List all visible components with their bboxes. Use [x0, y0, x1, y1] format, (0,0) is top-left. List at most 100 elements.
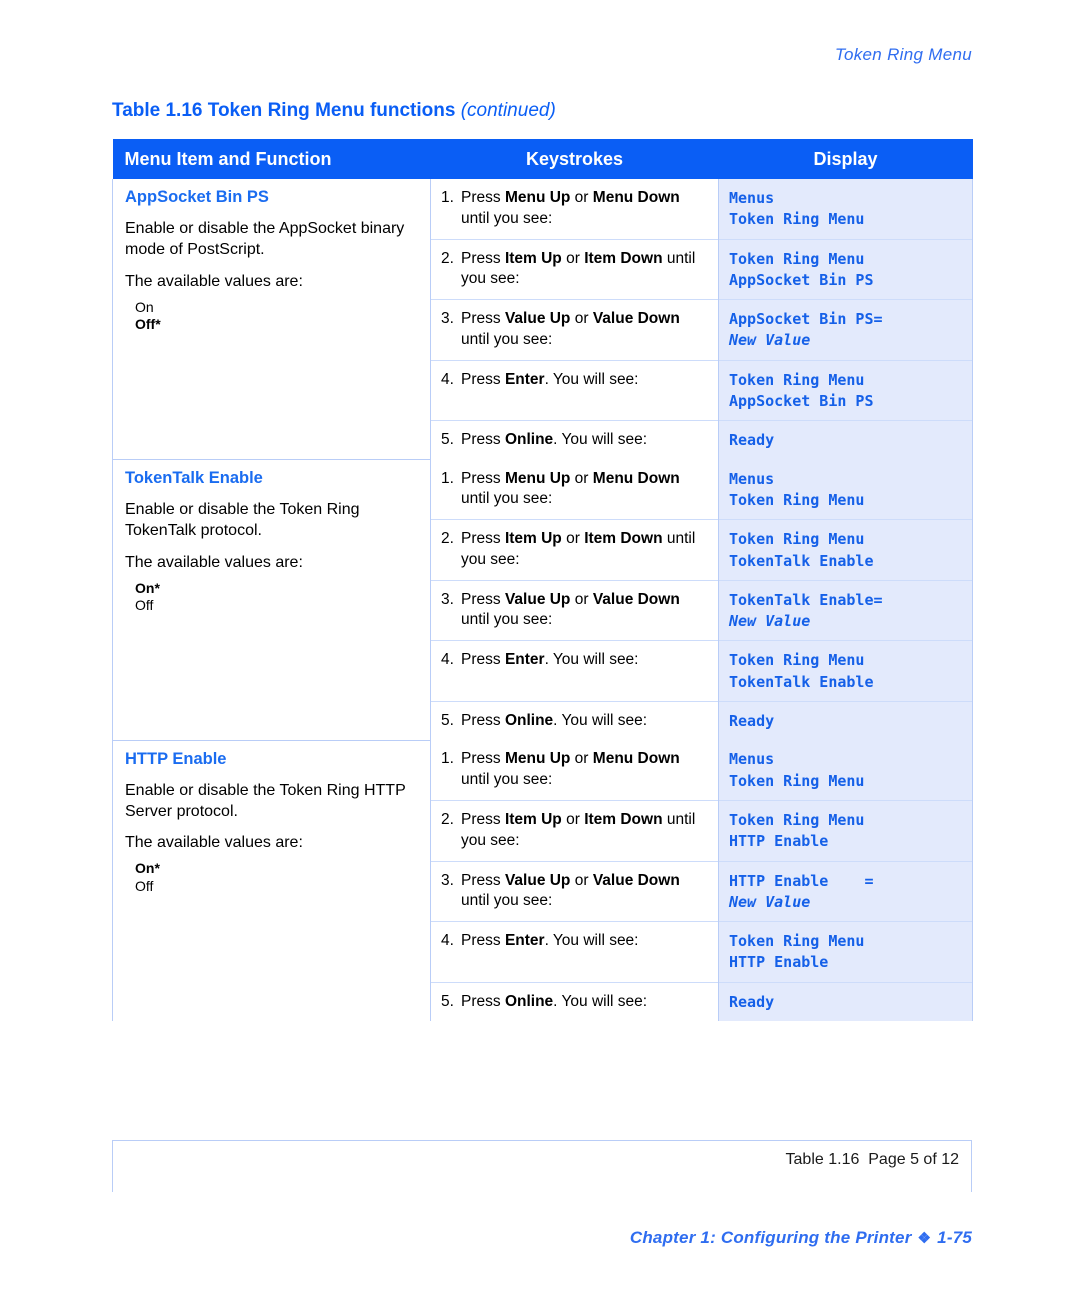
display-line-2: AppSocket Bin PS	[729, 270, 874, 289]
step-text-mid: or	[570, 189, 593, 206]
step-text-pre: Press	[461, 370, 505, 388]
display-cell: Token Ring Menu HTTP Enable	[718, 799, 973, 862]
step-text-post: until you see:	[461, 611, 553, 629]
keystroke-step: 1. Press Menu Up or Menu Down until you s…	[441, 188, 708, 229]
display-line-2: Token Ring Menu	[729, 490, 865, 509]
display-cell: Token Ring Menu AppSocket Bin PS	[718, 238, 973, 300]
keystroke-cell: 4. Press Enter. You will see:	[430, 359, 719, 421]
display-line-1: TokenTalk Enable=	[729, 590, 883, 609]
display-line-2: Token Ring Menu	[729, 771, 865, 790]
step-text-post: . You will see:	[553, 992, 648, 1010]
page-footer-chapter: Chapter 1: Configuring the Printer	[629, 1228, 912, 1247]
step-key-primary: Online	[504, 431, 554, 449]
step-key-secondary: Item Down	[584, 810, 663, 828]
keystroke-step: 5. Press Online. You will see:	[441, 430, 708, 451]
keystroke-step: 3. Press Value Up or Value Down until you…	[441, 871, 708, 912]
step-number: 5.	[441, 431, 454, 449]
display-line-1: Token Ring Menu	[729, 370, 865, 389]
step-key-primary: Value Up	[504, 590, 571, 608]
step-key-primary: Value Up	[504, 871, 571, 889]
step-text: Press Value Up or Value Down until you s…	[461, 871, 708, 912]
keystroke-step: 3. Press Value Up or Value Down until you…	[441, 590, 708, 631]
column-header-display: Display	[718, 139, 973, 179]
step-number: 1.	[441, 189, 454, 206]
step-text-pre: Press	[461, 992, 505, 1010]
table-row: HTTP Enable Enable or disable the Token R…	[112, 739, 973, 1022]
step-number: 4.	[441, 651, 454, 669]
step-key-secondary: Menu Down	[592, 750, 680, 768]
table-footer-text: Table 1.16 Page 5 of 12	[785, 1151, 959, 1168]
menu-item-values-list: On* Off	[135, 580, 416, 614]
table-head: Menu Item and Function Keystrokes Displa…	[112, 139, 973, 179]
step-text-pre: Press	[461, 431, 505, 449]
step-text-mid: or	[561, 530, 585, 548]
display-line-1: Token Ring Menu	[729, 530, 865, 549]
keystroke-cell: 3. Press Value Up or Value Down until you…	[430, 299, 719, 361]
step-text-pre: Press	[461, 189, 505, 206]
step-number: 5.	[441, 712, 454, 730]
menu-item-cell: TokenTalk Enable Enable or disable the To…	[112, 459, 431, 741]
step-key-primary: Item Up	[504, 249, 562, 267]
step-text-pre: Press	[461, 469, 505, 487]
keystroke-cell: 4. Press Enter. You will see:	[430, 640, 719, 702]
step-number: 2.	[441, 249, 454, 267]
step-text-mid: or	[561, 249, 585, 267]
step-text: Press Online. You will see:	[461, 430, 708, 451]
step-text-post: until you see:	[461, 892, 553, 910]
keystroke-step: 4. Press Enter. You will see:	[441, 650, 708, 671]
keystroke-cell: 3. Press Value Up or Value Down until you…	[430, 860, 719, 922]
step-text-pre: Press	[461, 590, 505, 608]
keystroke-step: 5. Press Online. You will see:	[441, 711, 708, 732]
display-line-2: New Value	[729, 331, 811, 350]
menu-functions-table-wrapper: Menu Item and Function Keystrokes Displa…	[112, 139, 973, 1022]
keystroke-cell: 4. Press Enter. You will see:	[430, 921, 719, 983]
step-text-pre: Press	[461, 310, 505, 328]
table-row: TokenTalk Enable Enable or disable the To…	[112, 459, 973, 741]
display-line-1: Token Ring Menu	[729, 249, 865, 268]
menu-item-values-lead: The available values are:	[125, 553, 303, 571]
keystroke-cell: 1. Press Menu Up or Menu Down until you s…	[430, 179, 719, 240]
step-number: 1.	[441, 469, 454, 487]
display-line-2: TokenTalk Enable	[729, 672, 874, 691]
step-text-mid: or	[570, 310, 593, 328]
menu-item-values-lead: The available values are:	[125, 272, 303, 290]
menu-item-title: HTTP Enable	[125, 749, 227, 768]
step-text: Press Enter. You will see:	[461, 370, 708, 391]
display-line-2: New Value	[729, 892, 811, 911]
step-number: 4.	[441, 370, 454, 388]
keystroke-step: 5. Press Online. You will see:	[441, 992, 708, 1013]
step-text-pre: Press	[461, 530, 505, 548]
display-line-1: Ready	[729, 992, 775, 1011]
step-text-post: . You will see:	[553, 431, 648, 449]
step-text-mid: or	[570, 590, 593, 608]
step-text: Press Online. You will see:	[461, 711, 708, 732]
display-line-2: TokenTalk Enable	[729, 551, 874, 570]
step-text: Press Value Up or Value Down until you s…	[461, 309, 708, 350]
display-cell: AppSocket Bin PS= New Value	[718, 299, 973, 361]
display-line-1: Token Ring Menu	[729, 810, 865, 829]
step-text: Press Item Up or Item Down until you see…	[461, 249, 708, 290]
display-cell: HTTP Enable = New Value	[718, 860, 973, 922]
display-cell: Ready	[718, 420, 973, 460]
step-text-pre: Press	[461, 651, 505, 669]
step-number: 4.	[441, 932, 454, 950]
table-caption: Table 1.16 Token Ring Menu functions (co…	[112, 100, 556, 122]
step-text-post: until you see:	[461, 330, 553, 348]
step-text-post: until you see:	[461, 490, 553, 508]
menu-item-value: On*	[135, 579, 160, 596]
step-text: Press Enter. You will see:	[461, 931, 708, 952]
step-text-pre: Press	[461, 932, 505, 950]
step-number: 2.	[441, 530, 454, 548]
step-key-secondary: Value Down	[592, 871, 680, 889]
step-text-mid: or	[570, 750, 593, 768]
step-text-post: . You will see:	[544, 370, 639, 388]
menu-item-value: On	[135, 298, 154, 315]
page-footer: Chapter 1: Configuring the Printer ❖ 1-75	[620, 1208, 972, 1248]
keystroke-step: 2. Press Item Up or Item Down until you s…	[441, 529, 708, 570]
menu-item-title: AppSocket Bin PS	[125, 188, 269, 206]
menu-item-values-list: On* Off	[135, 860, 416, 894]
menu-functions-table: Menu Item and Function Keystrokes Displa…	[112, 139, 973, 1022]
table-header-row: Menu Item and Function Keystrokes Displa…	[112, 139, 973, 179]
display-cell: Token Ring Menu TokenTalk Enable	[718, 519, 973, 581]
step-text-pre: Press	[461, 871, 505, 889]
